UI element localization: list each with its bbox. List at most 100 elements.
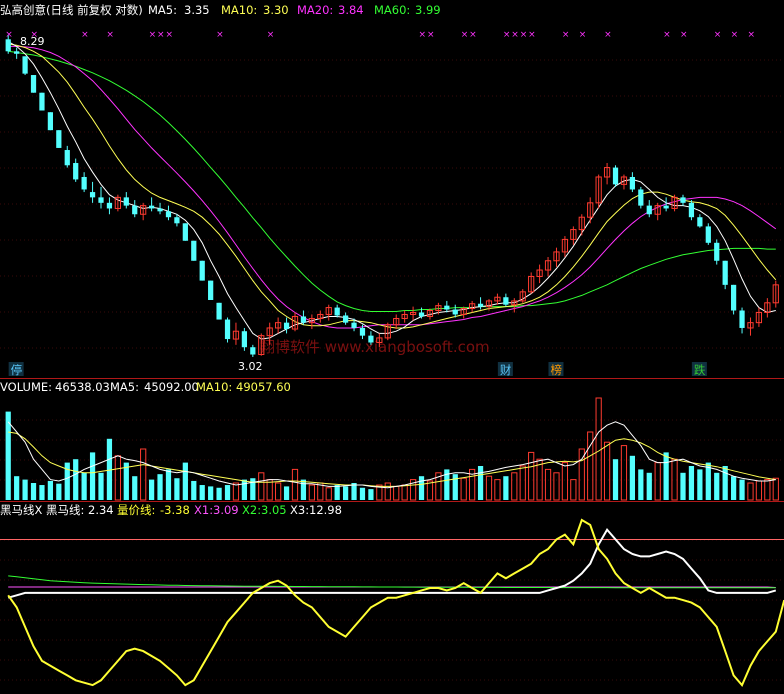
volume-bar-down xyxy=(452,474,458,500)
indicator-header: 黑马线X 黑马线: 2.34 量价线: -3.38 X1: 3.09 X2: 3… xyxy=(0,503,342,517)
candle-body-down xyxy=(5,39,11,52)
volume-bar-down xyxy=(241,479,248,500)
price-top-marker: × xyxy=(663,30,671,40)
event-marker: 榜 xyxy=(550,363,562,377)
ma20-value: 3.84 xyxy=(338,3,364,17)
volume-bar-down xyxy=(663,452,669,500)
volume-bar-down xyxy=(697,469,703,500)
price-header: 弘高创意(日线 前复权 对数) MA5: 3.35 MA10: 3.30 MA2… xyxy=(0,3,441,17)
candle-body-down xyxy=(359,327,366,336)
price-top-marker: × xyxy=(216,30,224,40)
price-top-marker: × xyxy=(106,30,114,40)
candle-body-down xyxy=(638,189,644,206)
volume-value: 46538.03 xyxy=(55,380,110,394)
candle-body-down xyxy=(705,226,711,243)
candle-body-down xyxy=(56,130,62,148)
volume-bar-down xyxy=(5,411,11,500)
volume-bar-down xyxy=(182,462,188,500)
candle-body-down xyxy=(165,211,172,218)
candle-body-down xyxy=(106,202,113,209)
watermark: 翔博软件 www.xiangbosoft.com xyxy=(260,338,490,356)
volume-bar-down xyxy=(89,452,96,500)
candle-body-down xyxy=(663,205,669,209)
price-top-marker: × xyxy=(680,30,688,40)
volume-bar-down xyxy=(359,487,366,500)
candle-body-down xyxy=(14,51,20,54)
volume-bar-down xyxy=(680,472,686,500)
candle-body-down xyxy=(250,347,256,355)
event-marker: 跌 xyxy=(694,363,706,377)
volume-bar-down xyxy=(165,469,172,500)
candle-body-down xyxy=(697,217,703,227)
volume-bar-down xyxy=(629,455,636,500)
candle-body-down xyxy=(47,112,54,131)
candle-body-down xyxy=(368,335,374,343)
volume-bar-down xyxy=(250,478,256,500)
volume-bar-down xyxy=(132,476,138,500)
price-top-marker: × xyxy=(731,30,739,40)
x2-label: X2: xyxy=(242,503,261,517)
candle-body-down xyxy=(174,217,180,224)
candle-body-down xyxy=(241,331,248,348)
volume-bar-down xyxy=(56,483,62,500)
x2-value: 3.05 xyxy=(261,503,287,517)
volume-bar-down xyxy=(14,476,20,500)
candle-body-down xyxy=(157,208,163,212)
volume-ma10-label: MA10: xyxy=(196,380,232,394)
volume-bar-down xyxy=(39,485,45,500)
price-top-marker: × xyxy=(81,30,89,40)
ma5-label: MA5: xyxy=(148,3,177,17)
volume-ma5-value: 45092.00 xyxy=(144,380,199,394)
volume-bar-down xyxy=(224,485,231,500)
volume-bar-down xyxy=(730,476,737,500)
volume-bar-down xyxy=(714,472,720,500)
volume-bar-down xyxy=(688,466,695,500)
volume-bar-down xyxy=(123,462,129,500)
candle-body-down xyxy=(208,280,214,300)
candle-body-down xyxy=(612,167,619,185)
candle-body-down xyxy=(730,284,737,311)
price-top-marker: × xyxy=(604,30,612,40)
ma60-label: MA60: xyxy=(374,3,410,17)
liangjia-value: -3.38 xyxy=(160,503,190,517)
price-top-marker: × xyxy=(149,30,157,40)
volume-bar-down xyxy=(300,479,307,500)
volume-bar-down xyxy=(73,459,79,500)
price-top-marker: × xyxy=(511,30,519,40)
candle-body-down xyxy=(334,307,340,316)
ma20-label: MA20: xyxy=(297,3,333,17)
volume-bar-down xyxy=(368,489,374,500)
candle-body-down xyxy=(182,223,188,241)
volume-bar-down xyxy=(98,472,104,500)
candle-body-down xyxy=(688,202,695,218)
candle-body-down xyxy=(64,150,70,166)
x1-label: X1: xyxy=(194,503,213,517)
candle-body-down xyxy=(452,309,458,315)
volume-bar-down xyxy=(199,485,205,500)
price-top-marker: × xyxy=(579,30,587,40)
volume-bar-down xyxy=(30,483,37,500)
candle-body-down xyxy=(22,56,28,74)
volume-bar-down xyxy=(22,479,28,500)
candle-body-down xyxy=(39,92,45,111)
volume-bar-down xyxy=(503,476,509,500)
candle-body-down xyxy=(342,315,349,323)
candle-body-down xyxy=(739,310,745,328)
ma5-value: 3.35 xyxy=(184,3,210,17)
candle-body-down xyxy=(722,260,728,285)
candle-body-down xyxy=(418,312,425,317)
candle-body-down xyxy=(73,163,79,180)
volume-bar-down xyxy=(646,472,652,500)
high-price-label: 8.29 xyxy=(20,35,45,48)
price-top-marker: × xyxy=(419,30,427,40)
stock-title: 弘高创意(日线 前复权 对数) xyxy=(0,3,143,17)
volume-bar-down xyxy=(722,466,728,500)
event-marker: 财 xyxy=(500,363,512,377)
indicator-name: 黑马线X xyxy=(0,503,42,517)
volume-bar-down xyxy=(81,472,87,500)
heima-value: 2.34 xyxy=(88,503,114,517)
price-top-marker: × xyxy=(165,30,173,40)
volume-bar-down xyxy=(477,466,484,500)
price-top-marker: × xyxy=(503,30,511,40)
volume-bar-down xyxy=(638,469,644,500)
